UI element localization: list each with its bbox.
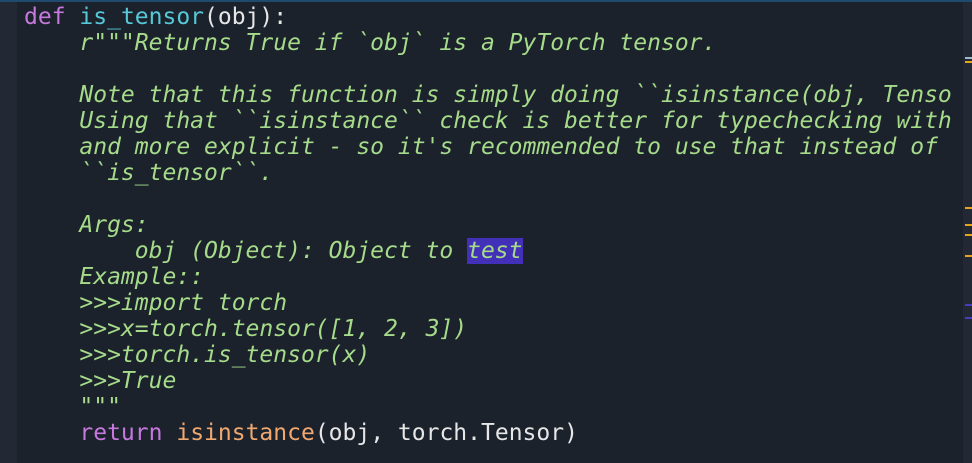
code-editor[interactable]: def is_tensor(obj): r"""Returns True if …: [24, 4, 952, 446]
docstring-line: """: [24, 394, 121, 420]
docstring-line-args: obj (Object): Object to test: [24, 238, 952, 264]
docstring-line: Example::: [24, 264, 205, 290]
overview-marker: [965, 304, 972, 306]
editor-top-border: [0, 0, 972, 2]
return-args: (obj, torch.Tensor): [314, 420, 578, 446]
vertical-scrollbar[interactable]: [963, 2, 972, 463]
docstring-line: Note that this function is simply doing …: [24, 82, 952, 108]
overview-marker: [965, 224, 972, 226]
overview-marker: [965, 57, 972, 59]
docstring-line: [24, 56, 952, 82]
docstring-line: [24, 186, 952, 212]
def-keyword: def: [24, 4, 66, 30]
function-name: is_tensor: [79, 4, 205, 30]
code-line-return: return isinstance(obj, torch.Tensor): [24, 420, 952, 446]
search-highlight: test: [467, 238, 523, 264]
docstring-line: >>>import torch: [24, 290, 288, 316]
code-line-def: def is_tensor(obj):: [24, 4, 952, 30]
line-gutter[interactable]: [0, 2, 17, 463]
docstring-line: Args:: [24, 212, 149, 238]
overview-marker: [965, 61, 972, 63]
builtin-isinstance: isinstance: [176, 420, 315, 446]
docstring-line: >>>x=torch.tensor([1, 2, 3]): [24, 316, 468, 342]
overview-marker: [965, 234, 972, 236]
docstring-line: >>>True: [24, 368, 177, 394]
return-keyword: return: [79, 420, 163, 446]
docstring-line: ``is_tensor``.: [24, 160, 274, 186]
docstring-line: and more explicit - so it's recommended …: [24, 134, 938, 160]
docstring-line: >>>torch.is_tensor(x): [24, 342, 371, 368]
function-params: (obj):: [204, 4, 288, 30]
docstring-line: Using that ``isinstance`` check is bette…: [24, 108, 952, 134]
docstring-text: obj (Object): Object to: [24, 238, 468, 264]
overview-marker: [965, 207, 972, 209]
overview-marker: [965, 255, 972, 257]
docstring-line: r"""Returns True if `obj` is a PyTorch t…: [24, 30, 717, 56]
overview-marker: [965, 317, 972, 319]
